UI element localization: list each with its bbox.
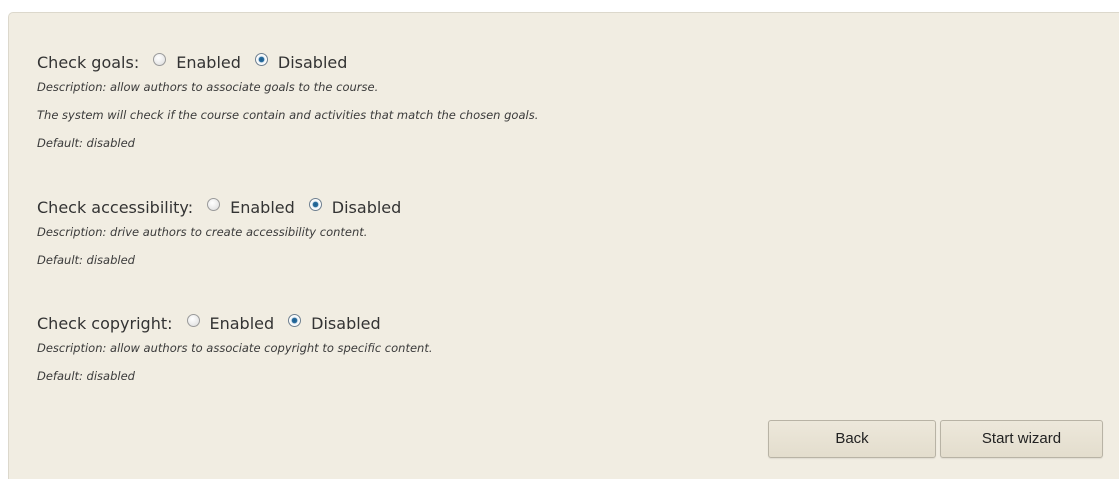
radio-enabled-label: Enabled [176, 52, 241, 72]
radio-disabled-label: Disabled [331, 197, 402, 217]
radio-enabled-label: Enabled [209, 313, 275, 333]
default-text: Default: disabled [37, 369, 135, 383]
setting-row: Check goals: Enabled Disabled [37, 51, 538, 73]
setting-row: Check accessibility: Enabled Disabled [37, 196, 415, 218]
radio-disabled[interactable] [288, 313, 302, 327]
radio-disabled[interactable] [254, 52, 268, 66]
settings-panel: Check goals: Enabled Disabled Descriptio… [8, 12, 1119, 479]
default-text: Default: disabled [37, 136, 135, 150]
radio-option-enabled[interactable]: Enabled [207, 197, 295, 217]
start-wizard-button[interactable]: Start wizard [940, 420, 1103, 458]
description-text: The system will check if the course cont… [37, 108, 539, 122]
setting-row: Check copyright: Enabled Disabled [37, 312, 433, 334]
radio-enabled[interactable] [186, 313, 200, 327]
radio-option-enabled[interactable]: Enabled [153, 52, 241, 72]
radio-enabled[interactable] [207, 197, 221, 211]
back-button[interactable]: Back [768, 420, 936, 458]
radio-enabled[interactable] [153, 52, 167, 66]
description-text: Description: drive authors to create acc… [37, 225, 368, 239]
default-text: Default: disabled [37, 253, 135, 267]
setting-label: Check copyright: [37, 313, 173, 333]
radio-option-disabled[interactable]: Disabled [288, 313, 381, 333]
setting-check-goals: Check goals: Enabled Disabled Descriptio… [37, 51, 538, 157]
radio-option-enabled[interactable]: Enabled [186, 313, 275, 333]
radio-disabled[interactable] [308, 197, 322, 211]
setting-check-copyright: Check copyright: Enabled Disabled Descri… [37, 312, 433, 390]
description-text: Description: allow authors to associate … [37, 341, 433, 355]
description-text: Description: allow authors to associate … [37, 80, 379, 94]
radio-enabled-label: Enabled [230, 197, 295, 217]
setting-label: Check goals: [37, 52, 140, 72]
radio-option-disabled[interactable]: Disabled [308, 197, 402, 217]
radio-disabled-label: Disabled [311, 313, 381, 333]
setting-label: Check accessibility: [37, 197, 194, 217]
radio-option-disabled[interactable]: Disabled [254, 52, 348, 72]
setting-check-accessibility: Check accessibility: Enabled Disabled De… [37, 196, 415, 274]
radio-disabled-label: Disabled [277, 52, 348, 72]
